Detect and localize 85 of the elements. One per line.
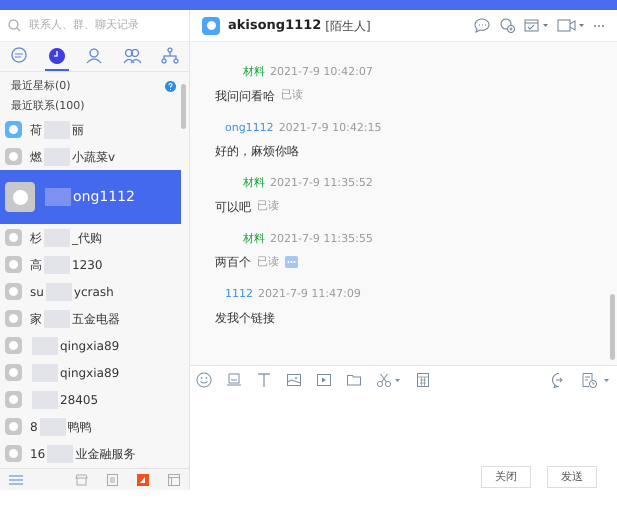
message-time: 2021-7-9 11:47:09 [258,286,361,302]
contact-name: 杉 [30,230,42,246]
contact-name: 16 [30,446,46,462]
search-field[interactable]: 联系人、群、聊天记录 [0,10,189,42]
contact-name: 鸭鸭 [68,418,92,436]
task-dropdown-icon[interactable] [524,18,549,33]
sender-name: 材料 [243,230,265,246]
chat-title: akisong1112 [228,16,322,35]
read-status: 已读 [257,198,279,214]
stranger-tag: [陌生人] [325,16,371,34]
section-header[interactable]: 最近星标(0) [11,78,71,94]
app-logo-icon[interactable] [136,474,149,486]
contact-name: su [30,284,44,300]
contact-item[interactable]: 燃 小蔬菜v [0,143,181,170]
contact-name: 1230 [72,256,103,274]
help-icon[interactable] [165,80,176,92]
contact-item[interactable]: 荷 丽 [0,116,181,143]
sender-name: ong1112 [225,120,274,136]
message-time: 2021-7-9 10:42:15 [278,120,382,136]
contact-name: 燃 [30,148,42,166]
read-status: 已读 [281,87,303,104]
contact-name: qingxia89 [60,338,120,354]
message-time: 2021-7-9 10:42:07 [270,64,373,80]
contact-item[interactable]: 8 鸭鸭 [0,413,181,440]
message-text: 可以吧 [215,198,251,216]
contact-item[interactable]: ong1112 [0,170,181,224]
contact-name: qingxia89 [60,364,120,382]
clock-icon [48,46,66,64]
avatar-icon [202,16,220,34]
menu-icon[interactable] [9,474,24,484]
store-icon[interactable] [75,474,88,486]
redaction-block [45,188,71,206]
text-format-icon[interactable] [256,372,272,388]
contact-name: 家 [30,310,42,328]
screenshot-icon[interactable] [226,372,242,388]
scissors-dropdown-icon[interactable] [376,372,402,388]
message-text: 好的，麻烦你咯 [215,143,299,160]
contact-item[interactable]: 28405 [0,386,181,413]
contact-name: 高 [30,256,42,274]
contact-item[interactable]: qingxia89 [0,332,181,359]
contact-name: 丽 [72,122,84,138]
contact-name: 五金电器 [72,310,120,328]
image-icon[interactable] [286,372,302,388]
contact-item[interactable]: 杉 _代购 [0,224,181,251]
contact-name: 8 [30,418,38,436]
contact-name: 业金融服务 [75,446,136,462]
sender-name: 材料 [243,64,265,80]
person-icon [85,46,104,64]
contact-name: 小蔬菜v [72,148,116,166]
message-time: 2021-7-9 11:35:52 [270,175,373,191]
video-icon[interactable] [316,372,332,388]
contact-name: ong1112 [73,188,135,206]
calculator-icon[interactable] [416,372,430,388]
message-text: 发我个链接 [215,310,275,326]
people-icon [123,46,142,64]
sender-name: 材料 [243,175,265,191]
chat-bubble-icon[interactable] [474,18,491,33]
message-time: 2021-7-9 11:35:55 [270,230,373,246]
dialog-button[interactable]: 发送 [547,466,597,488]
video-call-icon[interactable] [557,18,585,33]
add-person-icon[interactable] [499,18,516,33]
contact-name: 28405 [60,392,98,408]
search-icon [8,19,21,32]
contact-name: 荷 [30,122,42,138]
document-icon[interactable] [106,474,118,486]
org-chart-icon [161,46,180,64]
search-input[interactable]: 联系人、群、聊天记录 [29,17,181,34]
layout-icon[interactable] [168,474,180,486]
contact-item[interactable]: 家 五金电器 [0,305,181,332]
chat-bubble-icon [10,46,28,64]
dialog-button[interactable]: 关闭 [481,466,531,488]
message-text: 两百个 [215,254,251,271]
history-dropdown-icon[interactable] [581,372,611,388]
sender-name: 1112 [225,286,253,302]
contact-item[interactable]: qingxia89 [0,359,181,386]
message-text: 我问问看哈 [215,88,275,104]
read-status: 已读 [257,254,279,270]
contact-name: _代购 [72,230,102,246]
section-header[interactable]: 最近联系(100) [11,98,85,114]
emoji-icon[interactable] [196,372,212,388]
contact-name: ycrash [74,284,114,300]
contact-item[interactable]: 16 业金融服务 [0,440,181,467]
more-icon[interactable] [593,24,605,28]
contact-item[interactable]: 高 1230 [0,251,181,278]
contact-item[interactable]: su ycrash [0,278,181,305]
